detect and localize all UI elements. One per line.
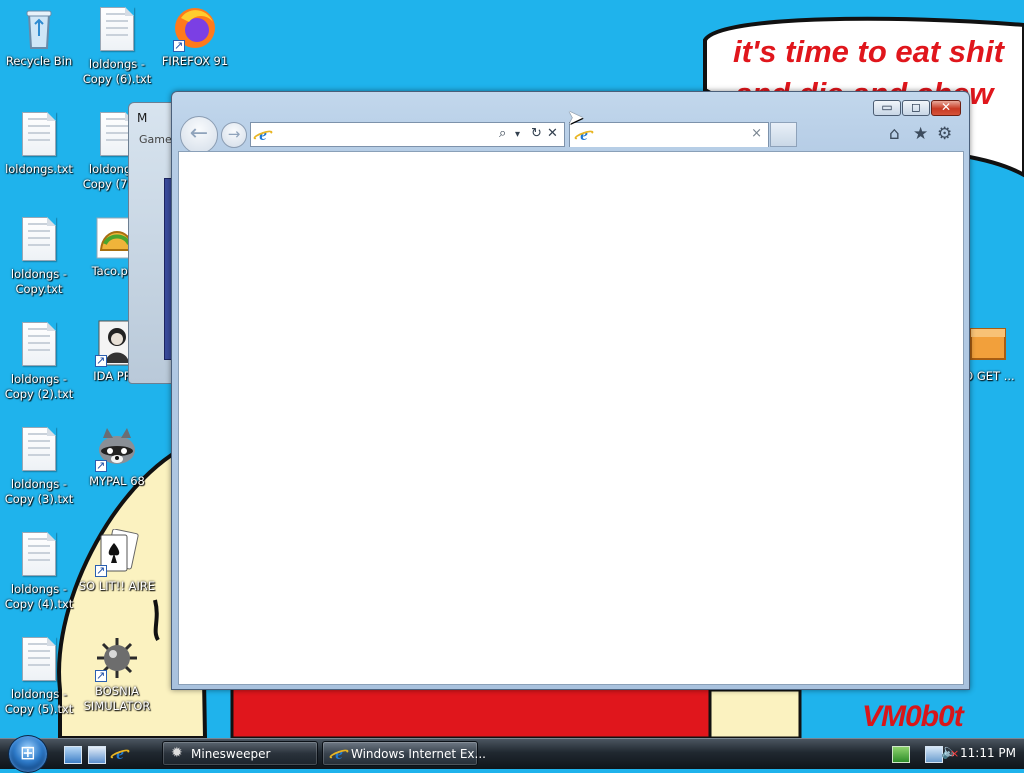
shortcut-arrow-icon [95, 668, 107, 683]
desktop-icon-label: loldongs - Copy (3).txt [4, 477, 74, 506]
chevron-down-icon[interactable]: ▾ [515, 129, 520, 140]
ie-page-icon: e [255, 126, 271, 143]
shortcut-arrow-icon [95, 458, 107, 473]
maximize-button[interactable]: ◻ [902, 100, 930, 116]
shortcut-arrow-icon [95, 353, 107, 368]
shortcut-arrow-icon [173, 38, 185, 53]
network-icon[interactable] [892, 746, 910, 763]
tools-gear-icon[interactable]: ⚙ [937, 124, 952, 144]
desktop-icon-bosnia-simulator[interactable]: BOSNIA SIMULATOR [78, 634, 156, 714]
recycle-bin-icon [15, 4, 63, 52]
wallpaper-caption-line1: it's time to eat shit [733, 34, 1004, 69]
desktop-icon-label: loldongs - Copy.txt [10, 267, 68, 296]
maximize-icon: ◻ [911, 100, 921, 114]
show-desktop-icon[interactable] [64, 746, 82, 764]
desktop-icon-recycle-bin[interactable]: Recycle Bin [0, 4, 78, 69]
tab-close-icon[interactable]: × [751, 126, 762, 141]
desktop-icon-label: loldongs - Copy (6).txt [82, 57, 152, 86]
desktop-icon-mypal[interactable]: MYPAL 68 [78, 424, 156, 489]
switch-windows-icon[interactable] [88, 746, 106, 764]
favorites-star-icon[interactable]: ★ [913, 124, 928, 144]
address-bar[interactable]: e ⌕ ▾ ↻ ✕ [250, 122, 565, 147]
desktop-icon-label: MYPAL 68 [89, 474, 145, 488]
desktop-icon-label: loldongs - Copy (4).txt [4, 582, 74, 611]
close-button[interactable]: ✕ [931, 100, 961, 116]
search-icon[interactable]: ⌕ [499, 126, 506, 141]
internet-explorer-window[interactable]: ▭ ◻ ✕ ← → e ⌕ ▾ ↻ ✕ e × ⌂ ★ ⚙ [171, 91, 970, 690]
shortcut-arrow-icon [95, 563, 107, 578]
desktop-icon-label: loldongs - Copy (2).txt [4, 372, 74, 401]
stop-icon[interactable]: ✕ [547, 126, 558, 141]
desktop-icon-label: loldongs.txt [5, 162, 73, 176]
taskbar-button-minesweeper[interactable]: ✹ Minesweeper [162, 741, 318, 766]
ie-tab-icon: e [576, 126, 592, 143]
minesweeper-icon: ✹ [171, 745, 183, 761]
desktop-icon-loldongs-copy-3[interactable]: loldongs - Copy (3).txt [0, 424, 78, 507]
desktop-icon-label: Recycle Bin [5, 54, 73, 68]
minesweeper-menu-game[interactable]: Game [139, 133, 172, 146]
taskbar-button-label: Windows Internet Ex... [351, 747, 486, 761]
forward-button[interactable]: → [221, 122, 247, 148]
desktop-icon-label: BOSNIA SIMULATOR [83, 684, 151, 713]
desktop-icon-loldongs-copy-2[interactable]: loldongs - Copy (2).txt [0, 319, 78, 402]
text-file-icon [15, 427, 63, 475]
taskbar-button-label: Minesweeper [191, 747, 271, 761]
desktop-icon-label: loldongs - Copy (5).txt [4, 687, 74, 716]
back-button[interactable]: ← [180, 116, 218, 154]
desktop-icon-firefox[interactable]: FIREFOX 91 [156, 4, 234, 69]
firefox-icon [171, 4, 219, 53]
tab-blank[interactable]: e × [569, 122, 769, 147]
text-file-icon [15, 637, 63, 685]
minesweeper-title: M [137, 111, 148, 125]
close-icon: ✕ [940, 100, 952, 114]
text-file-icon [15, 112, 63, 160]
desktop-icon-loldongs-copy[interactable]: loldongs - Copy.txt [0, 214, 78, 297]
volume-muted-icon[interactable]: 🔈 [941, 744, 959, 760]
forward-arrow-icon: → [227, 125, 241, 143]
home-icon[interactable]: ⌂ [889, 124, 900, 144]
wallpaper-signature: VM0b0t [862, 700, 964, 733]
text-file-icon [15, 217, 63, 265]
taskbar: e ✹ Minesweeper e Windows Internet Ex...… [0, 735, 1024, 773]
clock[interactable]: 11:11 PM [960, 746, 1016, 760]
back-arrow-icon: ← [189, 121, 209, 146]
desktop-icon-loldongs-copy-5[interactable]: loldongs - Copy (5).txt [0, 634, 78, 717]
solitaire-cards-icon [93, 528, 141, 578]
mine-icon [93, 634, 141, 683]
ie-quicklaunch-icon[interactable]: e [112, 745, 128, 762]
text-file-icon [93, 7, 141, 55]
refresh-icon[interactable]: ↻ [531, 126, 542, 141]
address-input[interactable] [275, 126, 495, 143]
text-file-icon [15, 532, 63, 580]
desktop-icon-label: SO LIT!! AIRE [78, 579, 156, 593]
desktop-icon-loldongs[interactable]: loldongs.txt [0, 109, 78, 177]
taskbar-button-internet-explorer[interactable]: e Windows Internet Ex... [322, 741, 486, 766]
text-file-icon [15, 322, 63, 370]
page-content-area[interactable] [178, 151, 964, 685]
mypal-raccoon-icon [93, 424, 141, 473]
ie-icon: e [331, 745, 347, 762]
desktop-icon-loldongs-copy-6[interactable]: loldongs - Copy (6).txt [78, 4, 156, 87]
mouse-cursor-icon: ➤ [567, 105, 584, 129]
minimize-button[interactable]: ▭ [873, 100, 901, 116]
new-tab-button[interactable] [770, 122, 797, 147]
desktop-icon-solitaire[interactable]: SO LIT!! AIRE [78, 528, 156, 594]
start-button[interactable] [8, 735, 48, 773]
minimize-icon: ▭ [881, 100, 893, 114]
desktop-icon-loldongs-copy-4[interactable]: loldongs - Copy (4).txt [0, 529, 78, 612]
system-tray: 🔈 11:11 PM [887, 739, 1024, 769]
desktop-icon-label: FIREFOX 91 [161, 54, 229, 68]
